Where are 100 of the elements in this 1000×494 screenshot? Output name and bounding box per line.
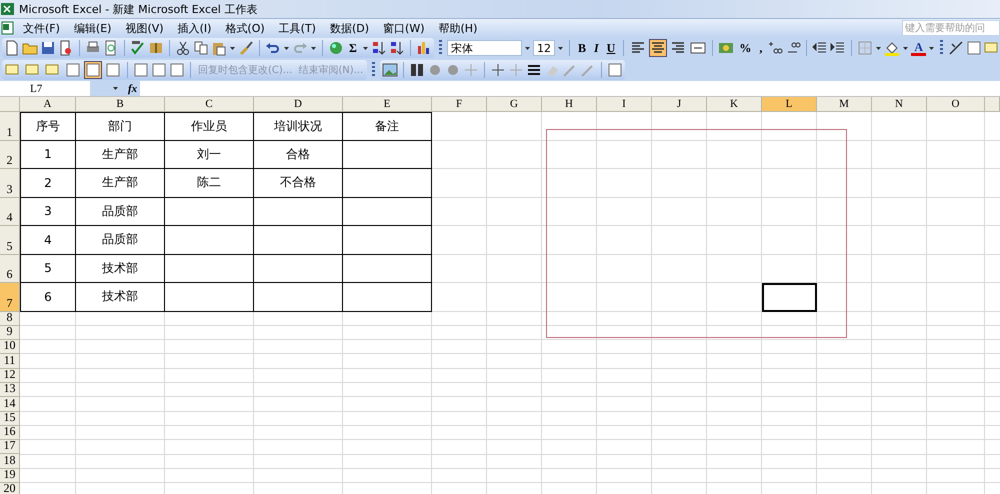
row-header[interactable]: 19	[0, 468, 20, 484]
undo-icon[interactable]	[265, 40, 281, 56]
menu-item[interactable]: 帮助(H)	[432, 20, 484, 36]
menu-item[interactable]: 文件(F)	[16, 20, 67, 36]
name-box-dropdown[interactable]	[90, 81, 140, 96]
row-header[interactable]: 6	[0, 254, 20, 283]
row-header[interactable]: 13	[0, 382, 20, 398]
row-header[interactable]: 10	[0, 340, 20, 354]
caret-icon[interactable]	[362, 46, 369, 50]
toolbar-gripper[interactable]	[372, 62, 376, 78]
workbook-icon[interactable]	[0, 20, 16, 36]
row-header[interactable]: 14	[0, 397, 20, 412]
help-search-field[interactable]: 键入需要帮助的问	[902, 20, 1000, 36]
row-header[interactable]: 16	[0, 426, 20, 440]
row-header[interactable]: 18	[0, 454, 20, 469]
column-header[interactable]: A	[20, 97, 76, 112]
brush-icon[interactable]	[238, 40, 254, 56]
autosum-button[interactable]: Σ	[346, 40, 360, 56]
book-icon[interactable]	[148, 40, 164, 56]
show-comment-button[interactable]	[64, 61, 82, 79]
box-icon[interactable]	[169, 62, 185, 78]
row-header[interactable]: 20	[0, 483, 20, 494]
row-header[interactable]: 2	[0, 140, 20, 169]
scissors-icon[interactable]	[175, 40, 191, 56]
column-header[interactable]: G	[487, 97, 542, 112]
delete-comment-button[interactable]	[104, 61, 122, 79]
increase-decimal-icon[interactable]	[767, 40, 784, 56]
save-icon[interactable]	[40, 40, 56, 56]
caret-icon[interactable]	[556, 46, 564, 50]
row-header[interactable]: 15	[0, 412, 20, 426]
row-header[interactable]: 1	[0, 112, 20, 140]
column-header[interactable]: J	[652, 97, 707, 112]
spell-check-icon[interactable]	[130, 40, 146, 56]
name-box[interactable]: L7	[0, 81, 90, 96]
caret-icon[interactable]	[902, 46, 910, 50]
selected-cell[interactable]	[762, 283, 817, 312]
rectangle-shape[interactable]	[546, 129, 847, 338]
menu-item[interactable]: 工具(T)	[272, 20, 323, 36]
row-header[interactable]: 3	[0, 169, 20, 198]
toolbar-gripper[interactable]	[438, 40, 442, 56]
row-header[interactable]: 8	[0, 312, 20, 326]
column-header[interactable]: L	[762, 97, 817, 112]
sort-descending-icon[interactable]	[388, 40, 405, 56]
drawing-tool-icon[interactable]	[948, 40, 964, 56]
box-icon[interactable]	[607, 62, 624, 78]
percent-button[interactable]: %	[736, 40, 754, 56]
globe-icon[interactable]	[328, 40, 344, 56]
columns-icon[interactable]	[409, 62, 426, 78]
font-size-field[interactable]: 12	[532, 40, 555, 56]
caret-icon[interactable]	[928, 46, 935, 50]
copy-icon[interactable]	[193, 40, 209, 56]
italic-button[interactable]: I	[590, 40, 602, 56]
crosshair-icon[interactable]	[490, 62, 506, 78]
menu-item[interactable]: 数据(D)	[322, 20, 376, 36]
menu-item[interactable]: 编辑(E)	[66, 20, 118, 36]
column-header[interactable]: H	[542, 97, 597, 112]
menu-item[interactable]: 视图(V)	[118, 20, 171, 36]
box-icon[interactable]	[151, 62, 167, 78]
toolbar-gripper[interactable]	[940, 40, 943, 56]
sort-ascending-icon[interactable]	[370, 40, 387, 56]
menu-item[interactable]: 窗口(W)	[376, 20, 432, 36]
row-header[interactable]: 9	[0, 326, 20, 340]
menu-item[interactable]: 插入(I)	[170, 20, 218, 36]
line-weight-icon[interactable]	[526, 62, 542, 78]
caret-icon[interactable]	[875, 46, 882, 50]
font-color-button[interactable]: A	[911, 40, 926, 56]
bold-button[interactable]: B	[574, 40, 589, 56]
column-header[interactable]: F	[432, 97, 487, 112]
insert-function-button[interactable]: fx	[128, 82, 138, 94]
font-name-field[interactable]: 宋体	[446, 40, 522, 56]
box-icon[interactable]	[966, 40, 982, 56]
show-all-comments-button[interactable]	[84, 61, 102, 79]
row-header[interactable]: 17	[0, 440, 20, 454]
underline-button[interactable]: U	[604, 40, 618, 56]
document-icon[interactable]	[58, 40, 74, 56]
row-header[interactable]: 4	[0, 198, 20, 226]
row-header[interactable]: 12	[0, 368, 20, 383]
row-header[interactable]: 11	[0, 354, 20, 369]
column-header[interactable]: O	[927, 97, 985, 112]
column-header[interactable]: B	[76, 97, 165, 112]
column-header[interactable]: I	[597, 97, 652, 112]
caret-icon[interactable]	[229, 46, 236, 50]
column-header[interactable]: D	[254, 97, 343, 112]
box-icon[interactable]	[133, 62, 149, 78]
caret-icon[interactable]	[310, 46, 317, 50]
column-header[interactable]: N	[872, 97, 927, 112]
caret-icon[interactable]	[524, 46, 531, 50]
column-header[interactable]: E	[343, 97, 432, 112]
new-document-icon[interactable]	[4, 40, 20, 56]
row-header[interactable]: 5	[0, 226, 20, 254]
caret-icon[interactable]	[283, 46, 290, 50]
column-header[interactable]: M	[817, 97, 872, 112]
comma-button[interactable]: ,	[756, 40, 766, 56]
image-icon[interactable]	[382, 62, 398, 78]
align-center-button[interactable]	[649, 39, 668, 57]
fill-color-icon[interactable]	[884, 40, 900, 56]
column-header[interactable]: C	[165, 97, 254, 112]
column-header[interactable]: K	[707, 97, 762, 112]
row-header[interactable]: 7	[0, 283, 20, 312]
clipboard-icon[interactable]	[211, 40, 227, 56]
